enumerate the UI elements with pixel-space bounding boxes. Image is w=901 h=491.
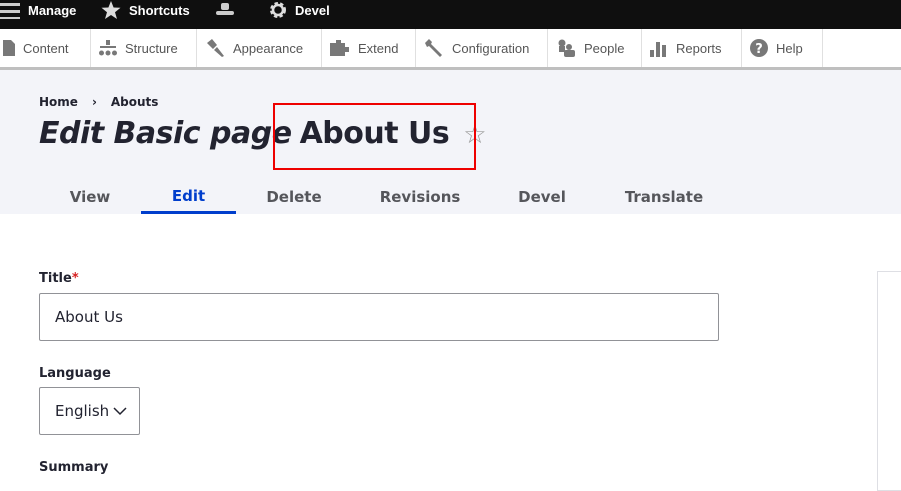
admin-toolbar: Manage Shortcuts Devel <box>0 0 901 29</box>
page-title-prefix: Edit Basic page <box>39 116 292 151</box>
tab-translate[interactable]: Translate <box>614 180 714 214</box>
title-label: Title* <box>39 271 79 286</box>
user-icon <box>216 3 234 15</box>
tray-item-configuration[interactable]: Configuration <box>416 29 548 67</box>
tray-item-extend[interactable]: Extend <box>322 29 416 67</box>
tray-label: Configuration <box>452 40 530 56</box>
tray-label: Appearance <box>233 40 304 56</box>
sidebar-panel <box>877 271 901 491</box>
tab-revisions[interactable]: Revisions <box>365 180 475 214</box>
tray-label: Structure <box>125 40 178 56</box>
language-value: English <box>55 402 110 420</box>
title-label-text: Title <box>39 271 72 286</box>
tray-label: People <box>584 40 625 56</box>
breadcrumb-home[interactable]: Home <box>39 95 78 109</box>
paintbrush-icon <box>207 39 224 57</box>
tab-devel[interactable]: Devel <box>497 180 587 214</box>
sitemap-icon <box>99 40 117 56</box>
manage-label: Manage <box>28 2 77 18</box>
people-icon <box>558 39 575 57</box>
breadcrumb-abouts[interactable]: Abouts <box>111 95 159 109</box>
menu-icon <box>0 3 20 19</box>
puzzle-icon <box>330 40 349 56</box>
tray-label: Extend <box>358 40 399 56</box>
tray-item-help[interactable]: ? Help <box>742 29 823 67</box>
wrench-icon <box>425 39 442 57</box>
svg-text:?: ? <box>755 42 763 57</box>
tray-label: Reports <box>676 40 722 56</box>
user-button[interactable] <box>215 0 235 20</box>
title-input[interactable] <box>39 293 719 341</box>
shortcuts-label: Shortcuts <box>129 2 190 18</box>
required-marker: * <box>71 271 79 286</box>
page-title-name: About Us <box>299 116 450 151</box>
admin-tray: Content Structure Appearance Extend Conf… <box>0 29 901 70</box>
page-title: Edit Basic page About Us ☆ <box>39 116 487 151</box>
tray-label: Help <box>776 40 803 56</box>
language-select[interactable]: English <box>39 387 140 435</box>
tray-item-people[interactable]: People <box>548 29 642 67</box>
tray-item-appearance[interactable]: Appearance <box>197 29 322 67</box>
devel-label: Devel <box>295 2 330 18</box>
help-icon: ? <box>750 39 768 57</box>
chevron-down-icon <box>113 407 127 416</box>
shortcuts-button[interactable]: Shortcuts <box>101 0 190 20</box>
bookmark-star-icon[interactable]: ☆ <box>463 120 486 150</box>
tray-item-reports[interactable]: Reports <box>642 29 742 67</box>
breadcrumb-separator: › <box>91 95 97 109</box>
tray-label: Content <box>23 40 69 56</box>
breadcrumb: Home › Abouts <box>39 95 158 109</box>
gear-icon <box>270 2 286 18</box>
star-icon <box>101 1 121 19</box>
devel-button[interactable]: Devel <box>269 0 330 20</box>
file-icon <box>3 40 15 56</box>
tab-view[interactable]: View <box>40 180 140 214</box>
manage-button[interactable]: Manage <box>0 0 76 20</box>
tab-edit[interactable]: Edit <box>141 180 236 214</box>
language-label: Language <box>39 366 111 381</box>
tray-item-content[interactable]: Content <box>0 29 91 67</box>
tray-item-structure[interactable]: Structure <box>91 29 197 67</box>
page-header: Home › Abouts Edit Basic page About Us ☆… <box>0 70 901 214</box>
bar-chart-icon <box>650 42 666 57</box>
summary-label: Summary <box>39 460 109 475</box>
tab-delete[interactable]: Delete <box>244 180 344 214</box>
